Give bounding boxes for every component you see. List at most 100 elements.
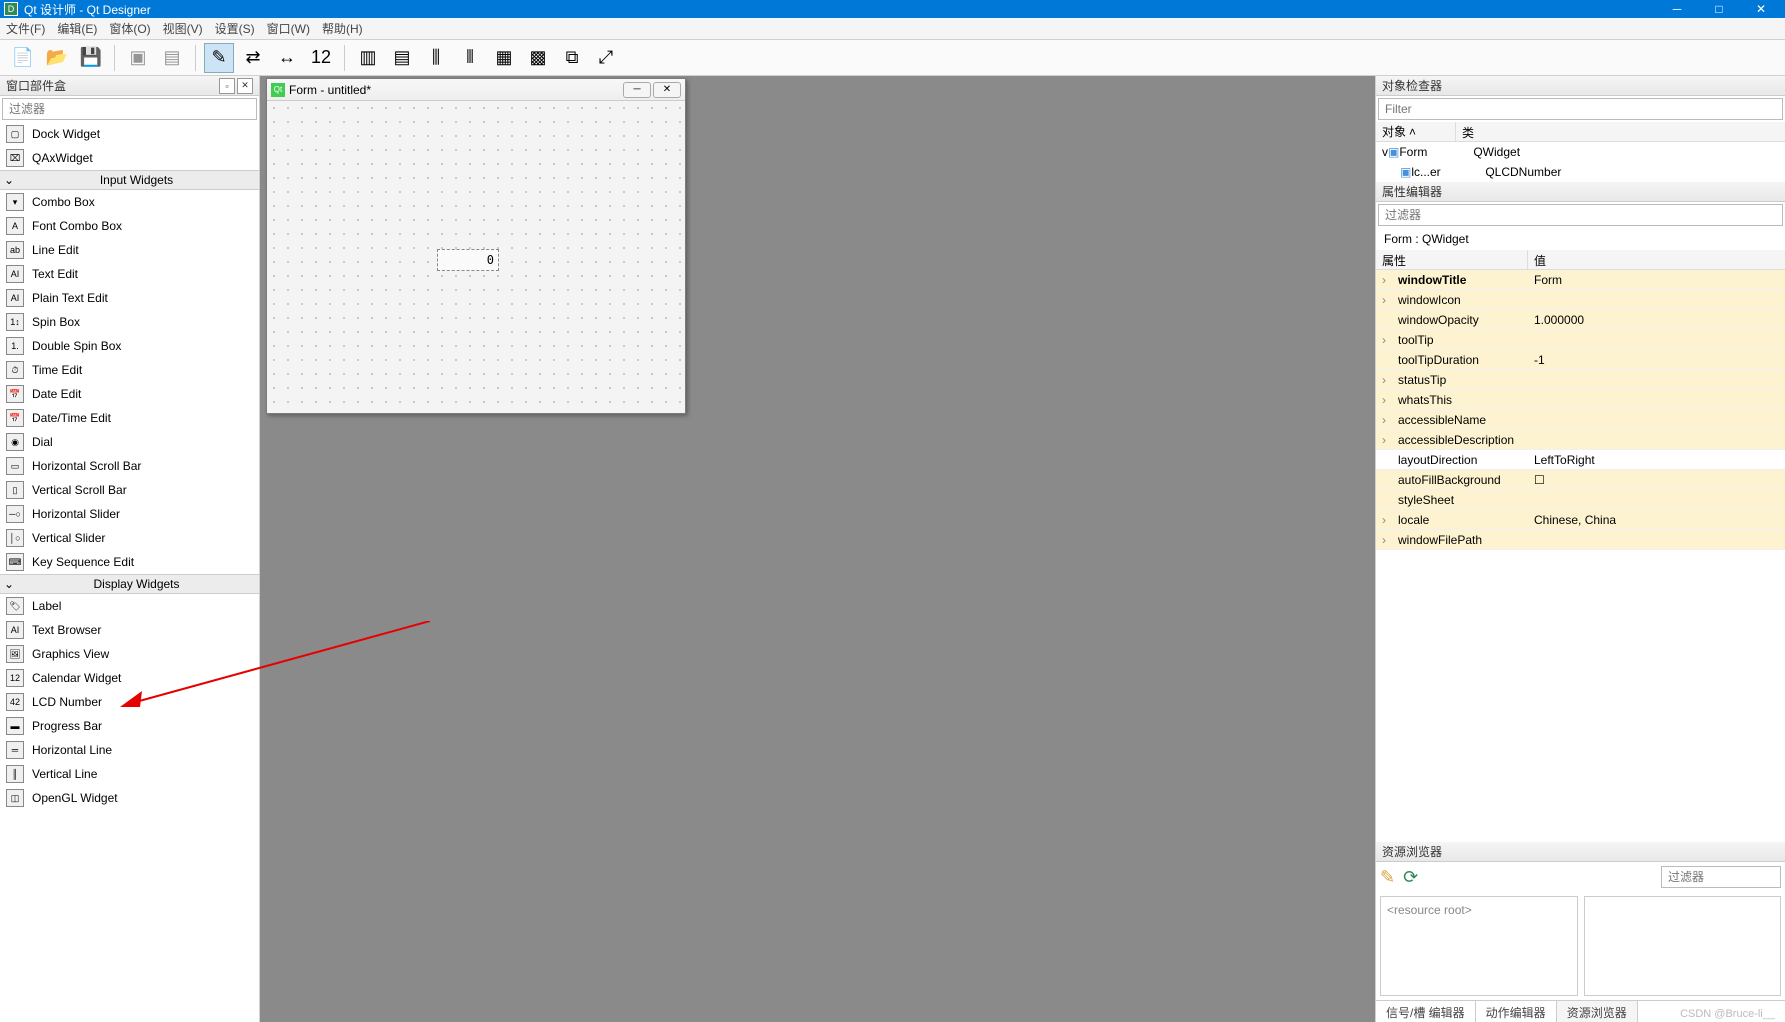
widget-filter-input[interactable] [2, 98, 257, 120]
class-col-header[interactable]: 类 [1456, 122, 1480, 141]
layout-vert-button[interactable]: ▤ [387, 43, 417, 73]
widget-item[interactable]: ▭Horizontal Scroll Bar [0, 454, 259, 478]
widget-item[interactable]: 📅Date Edit [0, 382, 259, 406]
property-value[interactable]: -1 [1528, 353, 1551, 367]
form-body[interactable]: 0 [267, 101, 685, 413]
widget-item[interactable]: ▢Dock Widget [0, 122, 259, 146]
form-minimize-button[interactable]: ─ [623, 82, 651, 98]
object-row[interactable]: v ▣ FormQWidget [1376, 142, 1785, 162]
widget-item[interactable]: ▯Vertical Scroll Bar [0, 478, 259, 502]
edit-buddies-button[interactable]: ↔ [272, 43, 302, 73]
lcd-number-widget[interactable]: 0 [437, 249, 499, 271]
layout-vsplit-button[interactable]: ⫴ [455, 43, 485, 73]
expand-icon[interactable]: › [1382, 273, 1394, 287]
property-row[interactable]: ›windowFilePath [1376, 530, 1785, 550]
property-value[interactable]: ☐ [1528, 473, 1551, 487]
widget-item[interactable]: ▬Progress Bar [0, 714, 259, 738]
widget-item[interactable]: ⌨Key Sequence Edit [0, 550, 259, 574]
property-row[interactable]: styleSheet [1376, 490, 1785, 510]
form-window[interactable]: Qt Form - untitled* ─ ✕ 0 [266, 78, 686, 414]
widget-item[interactable]: 🏷Label [0, 594, 259, 618]
expand-icon[interactable]: › [1382, 533, 1394, 547]
property-row[interactable]: toolTipDuration-1 [1376, 350, 1785, 370]
widget-item[interactable]: 12Calendar Widget [0, 666, 259, 690]
property-row[interactable]: ›accessibleName [1376, 410, 1785, 430]
resource-tree[interactable]: <resource root> [1380, 896, 1578, 996]
close-button[interactable]: ✕ [1741, 0, 1781, 18]
object-filter-input[interactable] [1378, 98, 1783, 120]
widget-item[interactable]: │○Vertical Slider [0, 526, 259, 550]
expand-icon[interactable]: › [1382, 513, 1394, 527]
widget-item[interactable]: ║Vertical Line [0, 762, 259, 786]
edit-widgets-button[interactable]: ✎ [204, 43, 234, 73]
object-col-header[interactable]: 对象 [1382, 123, 1406, 140]
menu-item[interactable]: 设置(S) [215, 20, 255, 37]
menu-item[interactable]: 编辑(E) [57, 20, 97, 37]
bring-front-button[interactable]: ▤ [157, 43, 187, 73]
edit-taborder-button[interactable]: 12 [306, 43, 336, 73]
edit-resource-button[interactable]: ✎ [1380, 867, 1395, 888]
widget-item[interactable]: 42LCD Number [0, 690, 259, 714]
object-row[interactable]: ▣ lc...erQLCDNumber [1376, 162, 1785, 182]
widget-item[interactable]: abLine Edit [0, 238, 259, 262]
layout-horiz-button[interactable]: ▥ [353, 43, 383, 73]
widget-item[interactable]: AIText Browser [0, 618, 259, 642]
layout-grid-button[interactable]: ▦ [489, 43, 519, 73]
dock-button[interactable]: ▫ [219, 78, 235, 94]
property-row[interactable]: autoFillBackground☐ [1376, 470, 1785, 490]
expand-icon[interactable]: › [1382, 433, 1394, 447]
prop-value-header[interactable]: 值 [1528, 250, 1552, 269]
widget-list[interactable]: ▢Dock Widget⌧QAxWidget⌄Input Widgets▾Com… [0, 122, 259, 1022]
adjust-size-button[interactable]: ⤢ [591, 43, 621, 73]
menu-item[interactable]: 视图(V) [163, 20, 203, 37]
menu-item[interactable]: 文件(F) [6, 20, 45, 37]
send-back-button[interactable]: ▣ [123, 43, 153, 73]
widget-item[interactable]: AFont Combo Box [0, 214, 259, 238]
menu-item[interactable]: 窗口(W) [267, 20, 310, 37]
widget-category[interactable]: ⌄Input Widgets [0, 170, 259, 190]
widget-item[interactable]: 1↕Spin Box [0, 310, 259, 334]
widget-item[interactable]: ⏱Time Edit [0, 358, 259, 382]
bottom-tab[interactable]: 信号/槽 编辑器 [1376, 1001, 1476, 1022]
property-row[interactable]: ›localeChinese, China [1376, 510, 1785, 530]
property-row[interactable]: ›statusTip [1376, 370, 1785, 390]
resource-filter-input[interactable] [1661, 866, 1781, 888]
property-value[interactable]: 1.000000 [1528, 313, 1590, 327]
expand-icon[interactable]: › [1382, 393, 1394, 407]
layout-hsplit-button[interactable]: ⫼ [421, 43, 451, 73]
bottom-tab[interactable]: 动作编辑器 [1476, 1001, 1557, 1022]
property-row[interactable]: ›whatsThis [1376, 390, 1785, 410]
maximize-button[interactable]: □ [1699, 0, 1739, 18]
property-row[interactable]: ›toolTip [1376, 330, 1785, 350]
property-table[interactable]: 属性 值 ›windowTitleForm›windowIconwindowOp… [1376, 250, 1785, 842]
expand-icon[interactable]: › [1382, 413, 1394, 427]
form-close-button[interactable]: ✕ [653, 82, 681, 98]
layout-form-button[interactable]: ▩ [523, 43, 553, 73]
widget-item[interactable]: 🖼Graphics View [0, 642, 259, 666]
property-row[interactable]: windowOpacity1.000000 [1376, 310, 1785, 330]
prop-name-header[interactable]: 属性 [1376, 250, 1528, 269]
property-row[interactable]: ›windowTitleForm [1376, 270, 1785, 290]
break-layout-button[interactable]: ⧉ [557, 43, 587, 73]
widget-item[interactable]: 1.Double Spin Box [0, 334, 259, 358]
new-file-button[interactable]: 📄 [8, 43, 38, 73]
object-tree[interactable]: 对象 ˄ 类 v ▣ FormQWidget ▣ lc...erQLCDNumb… [1376, 122, 1785, 182]
property-value[interactable]: LeftToRight [1528, 453, 1601, 467]
widget-item[interactable]: ⌧QAxWidget [0, 146, 259, 170]
widget-item[interactable]: 📅Date/Time Edit [0, 406, 259, 430]
property-row[interactable]: layoutDirectionLeftToRight [1376, 450, 1785, 470]
save-file-button[interactable]: 💾 [76, 43, 106, 73]
widget-item[interactable]: ─○Horizontal Slider [0, 502, 259, 526]
menu-item[interactable]: 帮助(H) [322, 20, 363, 37]
widget-category[interactable]: ⌄Display Widgets [0, 574, 259, 594]
property-row[interactable]: ›accessibleDescription [1376, 430, 1785, 450]
reload-resource-button[interactable]: ⟳ [1403, 867, 1418, 888]
design-canvas[interactable]: Qt Form - untitled* ─ ✕ 0 [260, 76, 1375, 1022]
menu-item[interactable]: 窗体(O) [109, 20, 150, 37]
minimize-button[interactable]: ─ [1657, 0, 1697, 18]
edit-signals-button[interactable]: ⇄ [238, 43, 268, 73]
expand-icon[interactable]: › [1382, 293, 1394, 307]
resource-root[interactable]: <resource root> [1387, 903, 1472, 917]
property-filter-input[interactable] [1378, 204, 1783, 226]
widget-item[interactable]: ═Horizontal Line [0, 738, 259, 762]
